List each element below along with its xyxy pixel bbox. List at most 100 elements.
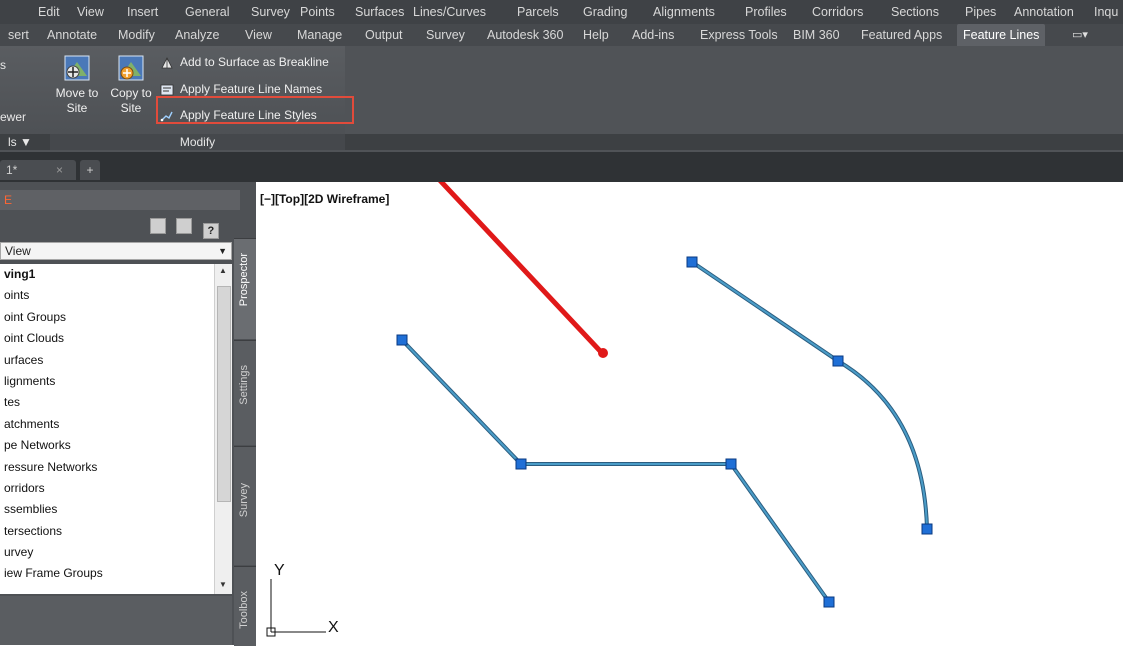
tree-item-corridors[interactable]: orridors (0, 478, 232, 499)
toolspace-panel: E ? View ▼ ving1 oints oint Groups oint … (0, 182, 256, 645)
side-tab-toolbox[interactable]: Toolbox (234, 566, 256, 646)
move-to-site-icon (61, 52, 93, 84)
left-panel-label-2[interactable]: ewer (0, 110, 26, 124)
tree-item-view-frame-groups[interactable]: iew Frame Groups (0, 563, 232, 584)
ribbon-display-toggle-icon[interactable]: ▭▾ (1072, 28, 1088, 41)
tab-annotate[interactable]: Annotate (47, 28, 97, 42)
menu-edit[interactable]: Edit (38, 5, 60, 19)
prospector-tree: ving1 oints oint Groups oint Clouds urfa… (0, 264, 232, 594)
tab-help[interactable]: Help (583, 28, 609, 42)
menu-parcels[interactable]: Parcels (517, 5, 559, 19)
menu-lines-curves[interactable]: Lines/Curves (413, 5, 486, 19)
tab-drawing1[interactable]: 1* × (0, 160, 76, 180)
tree-item-points[interactable]: oints (0, 285, 232, 306)
grip-point[interactable] (396, 334, 408, 346)
tab-manage[interactable]: Manage (297, 28, 342, 42)
tab-view[interactable]: View (245, 28, 272, 42)
tab-modify[interactable]: Modify (118, 28, 155, 42)
feature-line-left[interactable] (396, 334, 835, 608)
axis-y-label: Y (274, 562, 285, 579)
tree-item-alignments[interactable]: lignments (0, 371, 232, 392)
tree-item-drawing[interactable]: ving1 (0, 264, 232, 285)
tab-autodesk-360[interactable]: Autodesk 360 (487, 28, 563, 42)
left-panel-label-1[interactable]: s (0, 58, 6, 72)
menu-pipes[interactable]: Pipes (965, 5, 996, 19)
toggle-list-icon[interactable] (176, 218, 193, 234)
tree-item-assemblies[interactable]: ssemblies (0, 499, 232, 520)
menu-points[interactable]: Points (300, 5, 335, 19)
feature-line-right[interactable] (686, 256, 933, 535)
toolspace-side-tabs: Prospector Settings Survey Toolbox (234, 238, 256, 646)
scroll-down-icon[interactable]: ▼ (217, 580, 229, 592)
tab-output[interactable]: Output (365, 28, 403, 42)
tools-panel-dropdown[interactable]: ls ▼ (8, 135, 32, 149)
grip-point[interactable] (725, 458, 737, 470)
item-view-icon[interactable] (150, 218, 166, 234)
feature-line-right-shadow (690, 260, 929, 530)
ucs-icon: Y X (266, 562, 339, 637)
copy-to-site-label: Copy to Site (110, 86, 152, 115)
tree-item-pressure-networks[interactable]: ressure Networks (0, 457, 232, 478)
feature-line-left-shadow (400, 338, 831, 604)
tab-express-tools[interactable]: Express Tools (700, 28, 778, 42)
menu-surfaces[interactable]: Surfaces (355, 5, 404, 19)
side-tab-settings[interactable]: Settings (234, 340, 256, 445)
tab-feature-lines[interactable]: Feature Lines (957, 24, 1046, 46)
grip-point[interactable] (686, 256, 698, 268)
menu-view[interactable]: View (77, 5, 104, 19)
menu-insert[interactable]: Insert (127, 5, 158, 19)
tree-item-catchments[interactable]: atchments (0, 414, 232, 435)
tab-insert[interactable]: sert (8, 28, 29, 42)
feature-line-names-icon (160, 83, 174, 97)
side-tab-survey[interactable]: Survey (234, 446, 256, 565)
tree-item-survey[interactable]: urvey (0, 542, 232, 563)
breakline-icon (160, 56, 174, 70)
side-tab-toolbox-label: Toolbox (238, 591, 250, 629)
modify-panel-title[interactable]: Modify (50, 134, 345, 150)
arrow-tail-dot (598, 348, 608, 358)
tree-item-point-groups[interactable]: oint Groups (0, 307, 232, 328)
menu-grading[interactable]: Grading (583, 5, 627, 19)
side-tab-prospector-label: Prospector (238, 253, 250, 307)
tree-scrollbar[interactable]: ▲ ▼ (214, 264, 232, 594)
scrollbar-thumb[interactable] (217, 286, 231, 502)
grip-point[interactable] (515, 458, 527, 470)
feature-line-left-path (401, 339, 830, 603)
close-tab-icon[interactable]: × (56, 160, 63, 180)
drawing-canvas[interactable]: Y X (256, 182, 1123, 645)
tree-item-pipe-networks[interactable]: pe Networks (0, 435, 232, 456)
tree-item-sites[interactable]: tes (0, 392, 232, 413)
arrow-shaft (438, 182, 605, 356)
menu-annotation[interactable]: Annotation (1014, 5, 1074, 19)
menu-alignments[interactable]: Alignments (653, 5, 715, 19)
side-tab-prospector[interactable]: Prospector (234, 238, 256, 339)
tab-analyze[interactable]: Analyze (175, 28, 219, 42)
new-tab-button[interactable]: + (80, 160, 100, 180)
move-to-site-button[interactable]: Move to Site (50, 52, 104, 132)
view-select-value: View (5, 244, 31, 258)
menu-corridors[interactable]: Corridors (812, 5, 863, 19)
toolspace-toolbar: ? (150, 218, 225, 239)
menu-general[interactable]: General (185, 5, 229, 19)
scroll-up-icon[interactable]: ▲ (217, 266, 229, 278)
plus-icon: + (86, 163, 94, 177)
menu-survey[interactable]: Survey (251, 5, 290, 19)
add-to-surface-as-breakline-button[interactable]: Add to Surface as Breakline (160, 52, 329, 72)
menu-inquiry[interactable]: Inqu (1094, 5, 1118, 19)
copy-to-site-button[interactable]: Copy to Site (104, 52, 158, 132)
tab-add-ins[interactable]: Add-ins (632, 28, 674, 42)
tree-item-surfaces[interactable]: urfaces (0, 350, 232, 371)
toolspace-title: E (0, 190, 240, 210)
grip-point[interactable] (823, 596, 835, 608)
tab-survey[interactable]: Survey (426, 28, 465, 42)
tree-item-intersections[interactable]: tersections (0, 521, 232, 542)
view-select[interactable]: View ▼ (0, 242, 232, 260)
menu-sections[interactable]: Sections (891, 5, 939, 19)
tree-item-point-clouds[interactable]: oint Clouds (0, 328, 232, 349)
menu-profiles[interactable]: Profiles (745, 5, 787, 19)
grip-point[interactable] (921, 523, 933, 535)
tab-bim-360[interactable]: BIM 360 (793, 28, 840, 42)
help-icon[interactable]: ? (202, 223, 219, 239)
grip-point[interactable] (832, 355, 844, 367)
tab-featured-apps[interactable]: Featured Apps (861, 28, 942, 42)
